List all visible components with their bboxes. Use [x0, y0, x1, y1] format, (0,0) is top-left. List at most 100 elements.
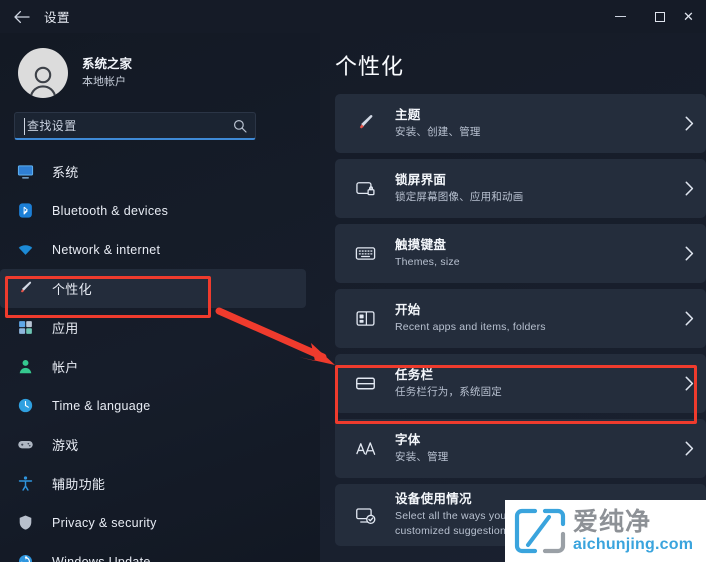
card-subtitle: 任务栏行为，系统固定	[395, 386, 672, 400]
avatar	[18, 48, 68, 98]
sidebar-item-4[interactable]: 个性化	[0, 269, 306, 308]
close-icon: ✕	[683, 9, 694, 24]
device-usage-icon	[350, 505, 380, 526]
text-caret	[24, 118, 25, 135]
account-text: 系统之家 本地帐户	[82, 56, 132, 90]
gamepad-icon	[14, 435, 36, 455]
sidebar-item-1[interactable]: 系统	[0, 152, 306, 191]
sidebar-item-label: Windows Update	[52, 554, 151, 562]
sidebar-item-label: Time & language	[52, 398, 151, 413]
sidebar-item-label: 系统	[52, 165, 79, 180]
page-title: 个性化	[335, 54, 405, 79]
sidebar-item-3[interactable]: Network & internet	[0, 230, 306, 269]
settings-card-3[interactable]: 触摸键盘 Themes, size	[335, 224, 706, 283]
card-subtitle: Recent apps and items, folders	[395, 321, 672, 335]
card-text: 开始 Recent apps and items, folders	[395, 302, 672, 335]
card-subtitle-line1: Select all the ways you	[395, 510, 507, 523]
card-text: 主题安装、创建、管理	[395, 107, 672, 140]
card-title: 开始	[395, 303, 421, 318]
sidebar-item-label: 应用	[52, 321, 79, 336]
window-controls: ✕	[600, 0, 706, 33]
chevron-right-icon	[672, 116, 706, 131]
settings-card-4[interactable]: 开始 Recent apps and items, folders	[335, 289, 706, 348]
maximize-icon	[655, 11, 665, 22]
aichunjing-logo-icon	[514, 508, 566, 554]
paintbrush-icon	[350, 113, 380, 134]
card-subtitle: 锁定屏幕图像、应用和动画	[395, 191, 672, 205]
card-subtitle-line1: 任务栏行为，系统固定	[395, 386, 502, 399]
accessibility-icon	[14, 474, 36, 494]
close-button[interactable]: ✕	[680, 0, 706, 33]
sidebar-item-6[interactable]: 帐户	[0, 347, 306, 386]
lockscreen-icon	[350, 178, 380, 199]
sidebar-item-5[interactable]: 应用	[0, 308, 306, 347]
chevron-right-icon	[672, 246, 706, 261]
watermark-text: 爱纯净 aichunjing.com	[573, 509, 693, 553]
watermark-url: aichunjing.com	[573, 536, 694, 553]
settings-card-list: 主题安装、创建、管理 锁屏界面锁定屏幕图像、应用和动画触摸键盘 Themes, si…	[320, 94, 706, 546]
font-icon	[350, 438, 380, 459]
card-subtitle-line1: Recent apps and items, folders	[395, 321, 546, 334]
chevron-right-icon	[672, 181, 706, 196]
card-subtitle: 安装、管理	[395, 451, 672, 465]
card-text: 锁屏界面锁定屏幕图像、应用和动画	[395, 172, 672, 205]
chevron-right-icon	[672, 311, 706, 326]
shield-icon	[14, 513, 36, 533]
sidebar-item-label: 辅助功能	[52, 477, 106, 492]
card-subtitle-line1: Themes, size	[395, 256, 460, 269]
sidebar-item-9[interactable]: 辅助功能	[0, 464, 306, 503]
minimize-icon	[614, 16, 626, 17]
card-title: 字体	[395, 433, 421, 448]
card-title: 任务栏	[395, 368, 434, 383]
paintbrush-icon	[14, 279, 36, 299]
account-name: 系统之家	[82, 57, 133, 72]
card-text: 字体 安装、管理	[395, 432, 672, 465]
search-box[interactable]	[14, 112, 256, 140]
card-title: 主题	[395, 108, 421, 123]
settings-card-2[interactable]: 锁屏界面锁定屏幕图像、应用和动画	[335, 159, 706, 218]
main-content: 个性化 主题安装、创建、管理 锁屏界面锁定屏幕图像、应用和动画触摸键盘 Themes…	[320, 33, 706, 562]
sidebar-item-label: 帐户	[52, 360, 79, 375]
sidebar-item-10[interactable]: Privacy & security	[0, 503, 306, 542]
minimize-button[interactable]	[600, 0, 640, 33]
sidebar-item-label: Bluetooth & devices	[52, 203, 169, 218]
sidebar-item-label: 游戏	[52, 438, 79, 453]
bluetooth-icon	[14, 201, 36, 221]
apps-icon	[14, 318, 36, 338]
taskbar-icon	[350, 373, 380, 394]
sidebar-item-label: Network & internet	[52, 242, 161, 257]
settings-card-6[interactable]: 字体 安装、管理	[335, 419, 706, 478]
back-arrow-icon	[13, 10, 30, 23]
card-subtitle: Themes, size	[395, 256, 672, 270]
settings-window: 设置 ✕ 系统之家 本地帐户 查找设置 系统 Bluetooth & devic…	[0, 0, 706, 562]
settings-card-1[interactable]: 主题安装、创建、管理	[335, 94, 706, 153]
account-section[interactable]: 系统之家 本地帐户	[0, 33, 320, 99]
update-icon	[14, 552, 36, 562]
maximize-button[interactable]	[640, 0, 680, 33]
search-input[interactable]	[25, 118, 233, 133]
chevron-right-icon	[672, 441, 706, 456]
sidebar-item-7[interactable]: Time & language	[0, 386, 306, 425]
back-button[interactable]	[0, 0, 42, 33]
card-text: 触摸键盘 Themes, size	[395, 237, 672, 270]
clock-icon	[14, 396, 36, 416]
sidebar-item-2[interactable]: Bluetooth & devices	[0, 191, 306, 230]
watermark-brand: 爱纯净	[573, 507, 652, 536]
card-subtitle-line1: 安装、创建、管理	[395, 126, 481, 139]
card-subtitle-line1: 安装、管理	[395, 451, 449, 464]
card-title: 锁屏界面	[395, 173, 447, 188]
person-avatar-icon	[29, 66, 57, 98]
title-bar: 设置 ✕	[0, 0, 706, 33]
display-icon	[14, 162, 36, 182]
sidebar-nav: 系统 Bluetooth & devices Network & internet 个…	[0, 152, 320, 562]
sidebar-item-8[interactable]: 游戏	[0, 425, 306, 464]
sidebar-item-label: Privacy & security	[52, 515, 157, 530]
card-text: 任务栏任务栏行为，系统固定	[395, 367, 672, 400]
sidebar-item-11[interactable]: Windows Update	[0, 542, 306, 562]
start-icon	[350, 308, 380, 329]
card-subtitle: 安装、创建、管理	[395, 126, 672, 140]
sidebar-item-label: 个性化	[52, 282, 92, 297]
sidebar: 系统之家 本地帐户 系统 Bluetooth & devices Network &…	[0, 33, 320, 562]
settings-card-5[interactable]: 任务栏任务栏行为，系统固定	[335, 354, 706, 413]
wifi-icon	[14, 240, 36, 260]
